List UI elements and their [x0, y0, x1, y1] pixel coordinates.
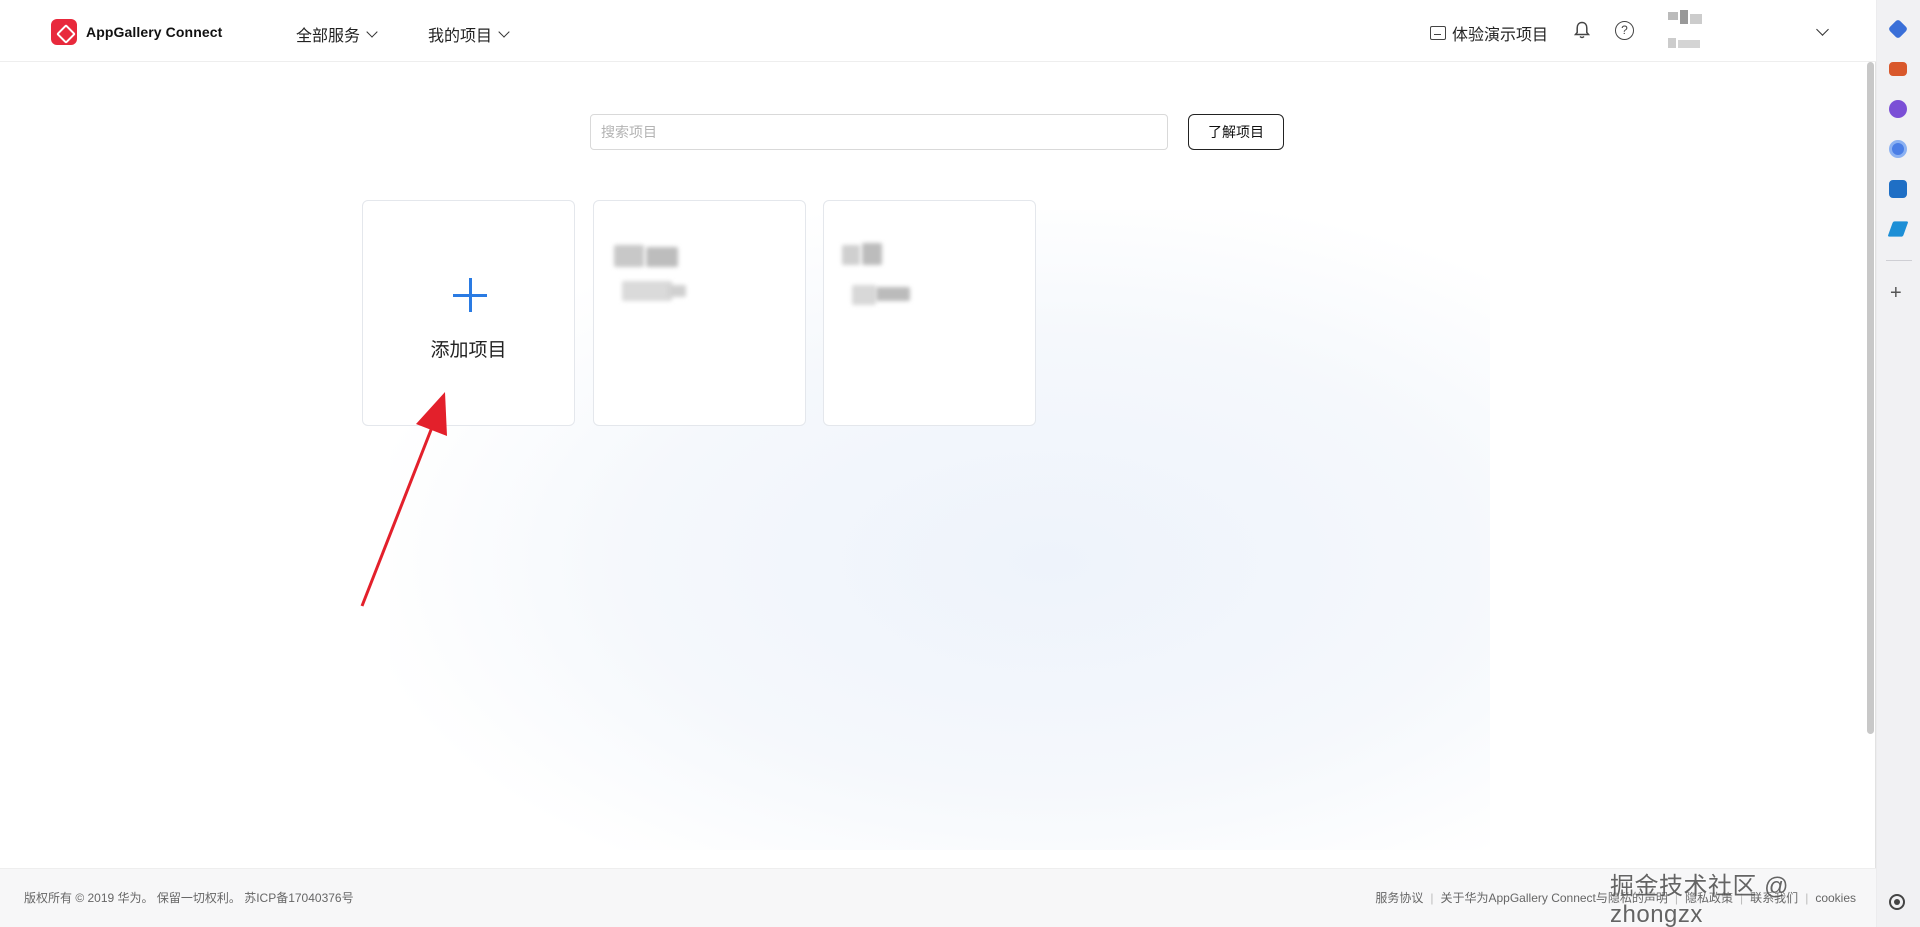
outlook-icon[interactable]	[1889, 180, 1907, 198]
gear-icon[interactable]	[1889, 894, 1905, 910]
send-icon[interactable]	[1887, 221, 1909, 237]
blurred-project-name	[842, 245, 860, 265]
chevron-down-icon[interactable]	[1816, 23, 1829, 36]
appgallery-logo-icon	[51, 19, 77, 45]
blurred-project-info	[622, 281, 672, 301]
copyright-text: 版权所有 © 2019 华为。 保留一切权利。 苏ICP备17040376号	[24, 891, 354, 905]
blurred-project-info	[668, 285, 686, 297]
chevron-down-icon	[366, 25, 378, 38]
project-card[interactable]	[823, 200, 1036, 426]
blurred-project-info	[876, 287, 910, 301]
add-icon[interactable]: +	[1890, 283, 1902, 303]
demo-project-icon	[1430, 26, 1446, 40]
vertical-scrollbar[interactable]	[1867, 62, 1874, 734]
blurred-project-info	[852, 285, 876, 305]
nav-all-services-label: 全部服务	[296, 28, 361, 45]
watermark: 掘金技术社区 @ zhongzx	[1610, 873, 1790, 927]
blurred-project-name	[646, 247, 678, 267]
brand-name: AppGallery Connect	[86, 24, 223, 40]
copilot-icon[interactable]	[1889, 140, 1907, 158]
annotation-arrow	[360, 392, 447, 607]
toolbox-icon[interactable]	[1889, 62, 1907, 76]
bell-icon[interactable]	[1574, 21, 1590, 39]
demo-project-link[interactable]: 体验演示项目	[1430, 21, 1548, 45]
browser-side-rail: +	[1877, 0, 1920, 927]
search-input[interactable]	[590, 114, 1168, 150]
brand-logo[interactable]: AppGallery Connect	[51, 19, 222, 45]
nav-my-projects-label: 我的项目	[428, 28, 493, 45]
learn-projects-button[interactable]: 了解项目	[1188, 114, 1284, 150]
blurred-project-name	[614, 245, 644, 267]
nav-my-projects[interactable]: 我的项目	[428, 22, 510, 46]
project-card[interactable]	[593, 200, 806, 426]
blurred-project-name	[862, 243, 882, 265]
footer-link-service-agreement[interactable]: 服务协议	[1375, 889, 1423, 906]
user-avatar[interactable]	[1668, 10, 1712, 52]
extension-icon[interactable]	[1889, 100, 1907, 118]
plus-icon	[453, 278, 487, 312]
page-footer: 版权所有 © 2019 华为。 保留一切权利。 苏ICP备17040376号 服…	[0, 868, 1876, 927]
demo-project-label: 体验演示项目	[1452, 27, 1549, 44]
add-project-label: 添加项目	[430, 340, 507, 361]
tag-icon[interactable]	[1887, 18, 1909, 40]
nav-all-services[interactable]: 全部服务	[296, 22, 378, 46]
chevron-down-icon	[498, 25, 510, 38]
app-window: AppGallery Connect 全部服务 我的项目 体验演示项目 ? 搜索…	[0, 0, 1876, 927]
top-header: AppGallery Connect 全部服务 我的项目 体验演示项目 ?	[0, 0, 1876, 62]
rail-divider	[1886, 260, 1912, 261]
help-icon[interactable]: ?	[1615, 21, 1634, 40]
